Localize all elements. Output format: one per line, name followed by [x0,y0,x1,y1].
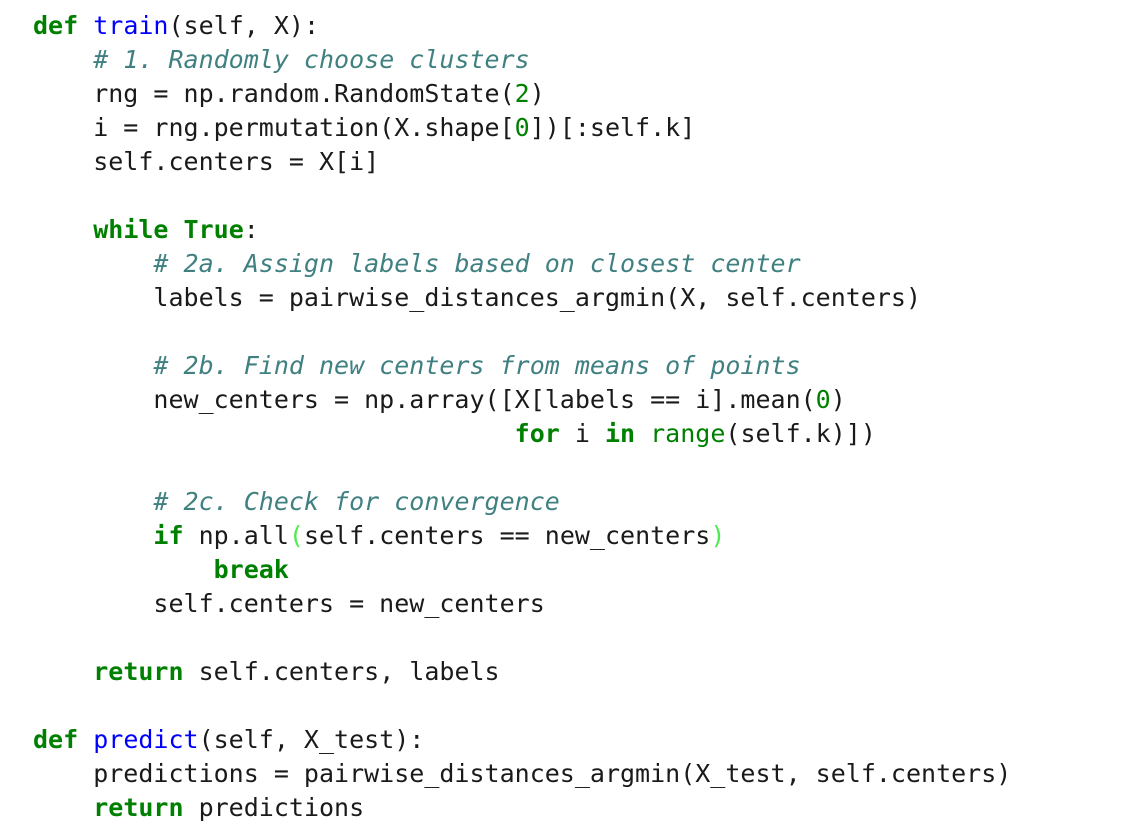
function-name-token: train [93,11,169,40]
blank-code-line [33,621,1011,655]
code-line: if np.all(self.centers == new_centers) [33,519,1011,553]
code-line: # 2c. Check for convergence [33,485,1011,519]
code-line: while True: [33,213,1011,247]
code-text-token: (self, X_test): [198,725,425,754]
code-text-token: (self, X): [168,11,319,40]
comment-token: # 2a. Assign labels based on closest cen… [153,249,801,278]
code-line: i = rng.permutation(X.shape[0])[:self.k] [33,111,1011,145]
code-line: labels = pairwise_distances_argmin(X, se… [33,281,1011,315]
keyword-token: in [604,419,636,448]
code-line: for i in range(self.k)]) [33,417,1011,451]
code-text-token: rng = np.random.RandomState( [33,79,515,108]
code-line: def predict(self, X_test): [33,723,1011,757]
code-text-token: self.centers = new_centers [33,589,545,618]
code-line: rng = np.random.RandomState(2) [33,77,1011,111]
keyword-token: def [33,11,79,40]
code-text-token: labels = pairwise_distances_argmin(X, se… [33,283,922,312]
code-line: return self.centers, labels [33,655,1011,689]
code-text-token: : [243,215,259,244]
code-line: new_centers = np.array([X[labels == i].m… [33,383,1011,417]
code-line: def train(self, X): [33,9,1011,43]
comment-token: # 2b. Find new centers from means of poi… [153,351,801,380]
bracket-token: ) [710,521,726,550]
code-text-token: i = rng.permutation(X.shape[ [33,113,515,142]
bracket-token: ( [288,521,304,550]
keyword-token: def [33,725,79,754]
blank-code-line [33,451,1011,485]
keyword-token: True [183,215,244,244]
code-text-token: ) [529,79,545,108]
code-line: return predictions [33,791,1011,825]
keyword-token: break [213,555,289,584]
number-token: 0 [815,385,831,414]
keyword-token: return [93,657,184,686]
keyword-token: if [153,521,184,550]
number-token: 2 [514,79,530,108]
code-text-token: np.all [183,521,289,550]
code-text-token: predictions [183,793,365,822]
code-line: break [33,553,1011,587]
code-line: self.centers = X[i] [33,145,1011,179]
code-line: predictions = pairwise_distances_argmin(… [33,757,1011,791]
code-line: # 2a. Assign labels based on closest cen… [33,247,1011,281]
code-line: self.centers = new_centers [33,587,1011,621]
code-line: # 1. Randomly choose clusters [33,43,1011,77]
code-text-token: self.centers = X[i] [33,147,380,176]
keyword-token: while [93,215,169,244]
code-line: # 2b. Find new centers from means of poi… [33,349,1011,383]
function-name-token: predict [93,725,199,754]
code-text-token: new_centers = np.array([X[labels == i].m… [33,385,816,414]
code-editor[interactable]: def train(self, X): # 1. Randomly choose… [33,9,1011,825]
number-token: 0 [514,113,530,142]
code-text-token: predictions = pairwise_distances_argmin(… [33,759,1012,788]
blank-code-line [33,689,1011,723]
code-text-token: ])[:self.k] [529,113,696,142]
code-text-token: self.centers == new_centers [303,521,711,550]
keyword-token: for [514,419,560,448]
keyword-token: return [93,793,184,822]
comment-token: # 2c. Check for convergence [153,487,560,516]
comment-token: # 1. Randomly choose clusters [93,45,530,74]
blank-code-line [33,179,1011,213]
code-text-token: (self.k)]) [725,419,876,448]
code-text-token: i [559,419,605,448]
builtin-token: range [650,419,726,448]
code-text-token: self.centers, labels [183,657,500,686]
blank-code-line [33,315,1011,349]
code-text-token: ) [830,385,846,414]
